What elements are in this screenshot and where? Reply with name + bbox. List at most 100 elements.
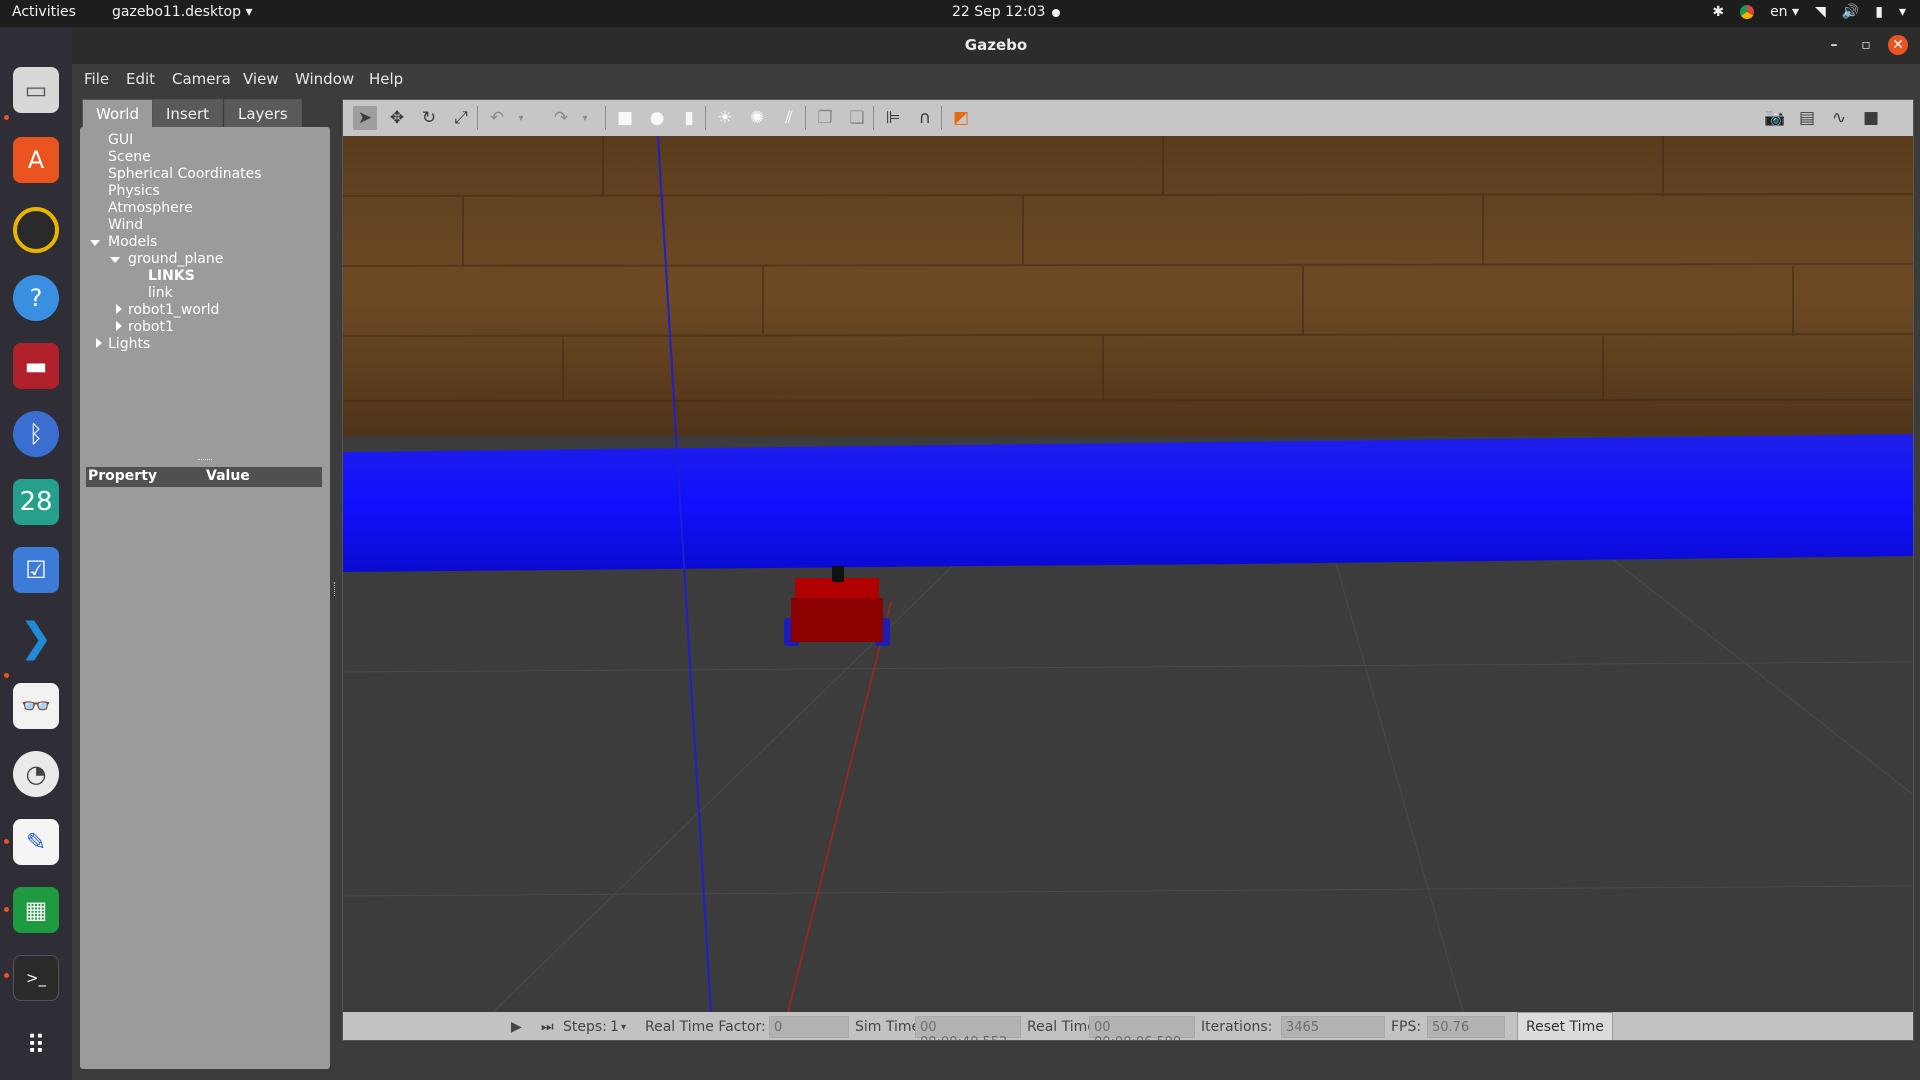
tree-item-robot1-world[interactable]: robot1_world — [128, 302, 219, 318]
robot-lidar-sensor[interactable] — [832, 566, 844, 582]
terminal-red-icon[interactable]: ▬ — [13, 343, 59, 389]
undo-icon[interactable]: ↶ — [485, 106, 509, 130]
tasks-icon[interactable]: ☑ — [13, 547, 59, 593]
language-indicator[interactable]: en ▾ — [1770, 4, 1799, 20]
sphere-icon[interactable]: ● — [645, 106, 669, 130]
paste-icon[interactable]: ❏ — [845, 106, 869, 130]
toolbar-separator — [805, 106, 806, 130]
steps-value[interactable]: 1 — [610, 1019, 619, 1035]
tree-item-scene[interactable]: Scene — [108, 149, 151, 165]
close-icon[interactable]: ✕ — [1888, 35, 1908, 55]
system-tray[interactable]: ✱ en ▾ ◥ 🔊 ▮ ▾ — [1712, 4, 1906, 20]
tab-layers[interactable]: Layers — [224, 99, 302, 127]
rotate-icon[interactable]: ↻ — [417, 106, 441, 130]
plot-icon[interactable]: ∿ — [1827, 106, 1851, 130]
clock[interactable]: 22 Sep 12:03 — [952, 4, 1045, 20]
bluetooth-icon[interactable]: ✱ — [1712, 4, 1724, 20]
align-icon[interactable]: ⊫ — [881, 106, 905, 130]
sim-time-field: 00 00:00:40.552 — [915, 1016, 1021, 1040]
help-icon[interactable]: ? — [13, 275, 59, 321]
robot-model[interactable] — [784, 566, 890, 646]
software-icon[interactable]: A — [13, 137, 59, 183]
collapse-arrow-icon[interactable] — [96, 338, 102, 348]
play-icon[interactable]: ▶ — [511, 1019, 522, 1035]
app-menu[interactable]: gazebo11.desktop ▾ — [112, 4, 252, 20]
activities-button[interactable]: Activities — [12, 4, 76, 20]
select-icon[interactable]: ➤ — [353, 106, 377, 130]
step-icon[interactable]: ⏭ — [541, 1019, 554, 1035]
chrome-icon[interactable] — [1740, 5, 1755, 19]
screenshot-icon[interactable]: 📷 — [1763, 106, 1787, 130]
spreadsheet-icon[interactable]: ▦ — [13, 887, 59, 933]
rhythmbox-icon[interactable] — [13, 207, 59, 253]
menu-camera[interactable]: Camera — [172, 70, 231, 88]
app-grid-icon[interactable]: ⠿ — [13, 1023, 59, 1069]
record-icon[interactable]: ■ — [1859, 106, 1883, 130]
expand-arrow-icon[interactable] — [90, 240, 100, 246]
tree-item-link[interactable]: link — [148, 285, 173, 301]
chevron-down-icon[interactable]: ▾ — [509, 106, 533, 130]
view-angle-icon[interactable]: ◩ — [949, 106, 973, 130]
volume-icon[interactable]: 🔊 — [1842, 4, 1859, 20]
reset-time-button[interactable]: Reset Time — [1517, 1012, 1613, 1040]
fps-label: FPS: — [1391, 1019, 1422, 1035]
menu-file[interactable]: File — [84, 70, 109, 88]
vscode-icon[interactable]: ❯ — [13, 615, 59, 661]
box-icon[interactable]: ■ — [613, 106, 637, 130]
panel-splitter[interactable] — [334, 582, 336, 596]
tree-item-models[interactable]: Models — [108, 234, 157, 250]
scene-canvas[interactable] — [343, 135, 1914, 1013]
title-bar: Gazebo – ▫ ✕ — [72, 27, 1920, 64]
tab-insert[interactable]: Insert — [152, 99, 224, 127]
menu-help[interactable]: Help — [369, 70, 403, 88]
copy-icon[interactable]: ❐ — [813, 106, 837, 130]
tree-item-physics[interactable]: Physics — [108, 183, 160, 199]
directional-light-icon[interactable]: ⫽ — [777, 106, 801, 130]
bluetooth-app-icon[interactable]: ᛒ — [13, 411, 59, 457]
files-icon[interactable]: ▭ — [13, 67, 59, 113]
minimize-icon[interactable]: – — [1824, 35, 1844, 55]
collapse-arrow-icon[interactable] — [116, 304, 122, 314]
scene-render[interactable] — [343, 135, 1914, 1013]
spot-light-icon[interactable]: ✺ — [745, 106, 769, 130]
tree-item-atmosphere[interactable]: Atmosphere — [108, 200, 193, 216]
battery-icon[interactable]: ▮ — [1875, 4, 1883, 20]
menu-window[interactable]: Window — [295, 70, 354, 88]
notification-dot — [1052, 9, 1060, 17]
menu-edit[interactable]: Edit — [126, 70, 155, 88]
log-icon[interactable]: ▤ — [1795, 106, 1819, 130]
terminal-icon[interactable]: >_ — [13, 955, 59, 1001]
collapse-arrow-icon[interactable] — [116, 321, 122, 331]
tree-item-wind[interactable]: Wind — [108, 217, 143, 233]
iterations-field: 3465 — [1281, 1016, 1385, 1038]
chevron-down-icon[interactable]: ▾ — [1899, 4, 1906, 20]
chevron-down-icon[interactable]: ▾ — [573, 106, 597, 130]
translate-icon[interactable]: ✥ — [385, 106, 409, 130]
robot-body-front[interactable] — [791, 598, 883, 642]
gazebo-icon[interactable]: ◔ — [13, 751, 59, 797]
snap-icon[interactable]: ∩ — [913, 106, 937, 130]
3d-viewport[interactable]: ➤ ✥ ↻ ⤢ ↶ ▾ ↷ ▾ ■ ● ▮ ☀ ✺ ⫽ ❐ ❏ ⊫ ∩ ◩ 📷 — [342, 99, 1914, 1041]
tree-item-lights[interactable]: Lights — [108, 336, 150, 352]
tree-item-spherical-coordinates[interactable]: Spherical Coordinates — [108, 166, 262, 182]
tree-item-gui[interactable]: GUI — [108, 132, 133, 148]
scale-icon[interactable]: ⤢ — [449, 106, 473, 130]
cylinder-icon[interactable]: ▮ — [677, 106, 701, 130]
tree-item-robot1[interactable]: robot1 — [128, 319, 174, 335]
tree-item-ground-plane[interactable]: ground_plane — [128, 251, 223, 267]
bottom-status-bar: ▶ ⏭ Steps: 1 ▾ Real Time Factor: 0 Sim T… — [343, 1012, 1913, 1040]
tab-world[interactable]: World — [82, 99, 153, 127]
point-light-icon[interactable]: ☀ — [713, 106, 737, 130]
document-viewer-icon[interactable]: 👓 — [13, 683, 59, 729]
running-indicator — [4, 839, 9, 844]
redo-icon[interactable]: ↷ — [549, 106, 573, 130]
text-editor-icon[interactable]: ✎ — [13, 819, 59, 865]
splitter-handle[interactable] — [198, 459, 212, 461]
wifi-icon[interactable]: ◥ — [1815, 4, 1826, 20]
menu-view[interactable]: View — [243, 70, 279, 88]
expand-arrow-icon[interactable] — [110, 257, 120, 263]
calendar-icon[interactable]: 28 — [13, 479, 59, 525]
maximize-icon[interactable]: ▫ — [1856, 35, 1876, 55]
chevron-down-icon[interactable]: ▾ — [621, 1022, 626, 1033]
running-indicator — [4, 973, 9, 978]
